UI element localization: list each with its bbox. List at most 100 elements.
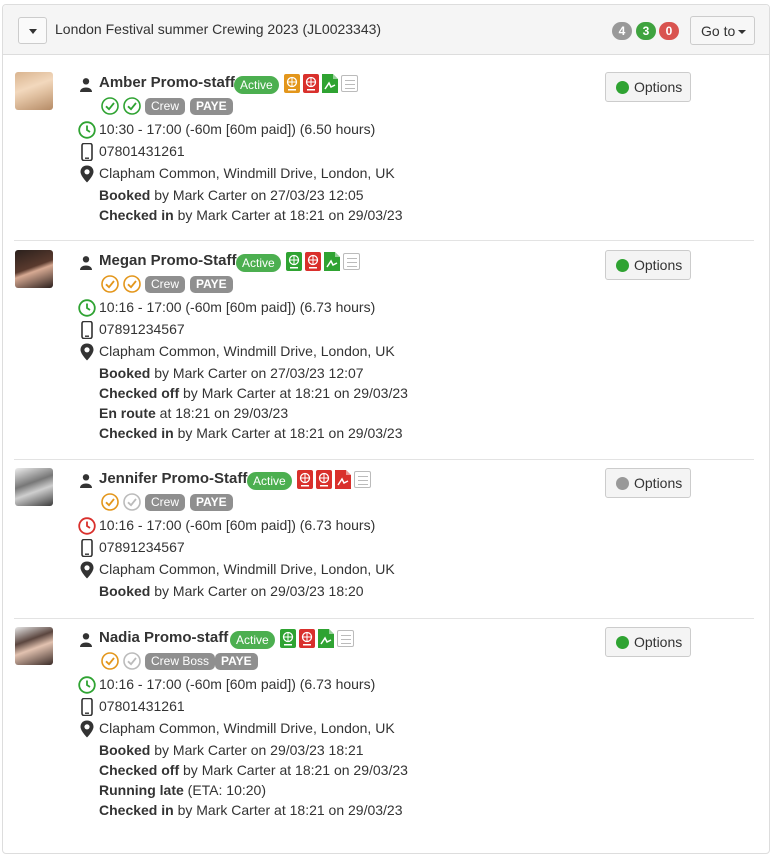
history-entry: Checked in by Mark Carter at 18:21 on 29…: [99, 425, 403, 441]
history-text: (ETA: 10:20): [183, 782, 266, 798]
passport-red-icon[interactable]: [299, 629, 315, 648]
goto-label: Go to: [701, 23, 736, 39]
mobile-phone-icon: [81, 321, 93, 339]
avatar[interactable]: [15, 627, 53, 665]
row-divider: [14, 459, 754, 460]
avatar[interactable]: [15, 250, 53, 288]
shift-time: 10:30 - 17:00 (-60m [60m paid]) (6.50 ho…: [99, 121, 376, 137]
history-label: Checked in: [99, 425, 174, 441]
clock-icon: [78, 121, 96, 139]
user-icon: [80, 256, 92, 270]
options-button[interactable]: Options: [605, 250, 691, 280]
history-text: by Mark Carter at 18:21 on 29/03/23: [179, 385, 408, 401]
notes-list-icon[interactable]: [354, 471, 371, 488]
mobile-phone-icon: [81, 539, 93, 557]
avatar[interactable]: [15, 72, 53, 110]
contract-tag: PAYE: [190, 276, 233, 293]
address: Clapham Common, Windmill Drive, London, …: [99, 165, 395, 181]
passport-red-icon[interactable]: [297, 470, 313, 489]
history-text: by Mark Carter at 18:21 on 29/03/23: [173, 802, 403, 818]
options-button[interactable]: Options: [605, 627, 691, 657]
map-pin-icon: [80, 720, 94, 738]
history-text: by Mark Carter at 18:21 on 29/03/23: [173, 425, 403, 441]
phone-number[interactable]: 07891234567: [99, 539, 185, 555]
history-text: by Mark Carter on 29/03/23 18:20: [150, 583, 364, 599]
pdf-green-icon[interactable]: [318, 629, 334, 648]
contract-tag: PAYE: [190, 98, 233, 115]
notes-list-icon[interactable]: [341, 75, 358, 92]
check-circle-icon: [101, 97, 119, 115]
notes-list-icon[interactable]: [337, 630, 354, 647]
staff-name[interactable]: Nadia Promo-staff: [99, 629, 228, 646]
role-tag: Crew: [145, 494, 186, 511]
history-label: Booked: [99, 583, 151, 599]
history-label: Booked: [99, 187, 151, 203]
passport-green-icon[interactable]: [280, 629, 296, 648]
history-entry: Checked in by Mark Carter at 18:21 on 29…: [99, 802, 403, 818]
phone-number[interactable]: 07801431261: [99, 698, 185, 714]
check-circle-icon: [123, 275, 141, 293]
check-circle-icon: [123, 652, 141, 670]
row-divider: [14, 240, 754, 241]
shift-time: 10:16 - 17:00 (-60m [60m paid]) (6.73 ho…: [99, 676, 376, 692]
count-badge-checked-in: 3: [636, 22, 656, 40]
options-label: Options: [634, 257, 683, 273]
check-circle-icon: [101, 275, 119, 293]
check-circle-icon: [123, 97, 141, 115]
avatar[interactable]: [15, 468, 53, 506]
passport-orange-icon[interactable]: [284, 74, 300, 93]
history-entry: Checked in by Mark Carter at 18:21 on 29…: [99, 207, 403, 223]
options-label: Options: [634, 634, 683, 650]
history-entry: Booked by Mark Carter on 29/03/23 18:21: [99, 742, 364, 758]
count-badge-issues: 0: [659, 22, 679, 40]
history-label: Running late: [99, 782, 184, 798]
history-label: En route: [99, 405, 156, 421]
pdf-green-icon[interactable]: [324, 252, 340, 271]
options-button[interactable]: Options: [605, 72, 691, 102]
staff-name[interactable]: Jennifer Promo-Staff: [99, 470, 247, 487]
history-entry: Booked by Mark Carter on 27/03/23 12:05: [99, 187, 364, 203]
check-circle-icon: [101, 493, 119, 511]
status-badge: Active: [234, 76, 279, 94]
history-entry: Checked off by Mark Carter at 18:21 on 2…: [99, 385, 408, 401]
mobile-phone-icon: [81, 143, 93, 161]
map-pin-icon: [80, 561, 94, 579]
passport-red-icon[interactable]: [303, 74, 319, 93]
notes-list-icon[interactable]: [343, 253, 360, 270]
options-button[interactable]: Options: [605, 468, 691, 498]
address: Clapham Common, Windmill Drive, London, …: [99, 720, 395, 736]
history-text: by Mark Carter at 18:21 on 29/03/23: [179, 762, 408, 778]
history-label: Checked off: [99, 762, 180, 778]
role-tag: Crew Boss: [145, 653, 216, 670]
user-icon: [80, 78, 92, 92]
contract-tag: PAYE: [190, 494, 233, 511]
history-label: Booked: [99, 742, 151, 758]
history-text: at 18:21 on 29/03/23: [155, 405, 289, 421]
staff-name[interactable]: Amber Promo-staff: [99, 74, 235, 91]
history-label: Checked off: [99, 385, 180, 401]
status-badge: Active: [236, 254, 281, 272]
passport-red-icon[interactable]: [305, 252, 321, 271]
address: Clapham Common, Windmill Drive, London, …: [99, 343, 395, 359]
user-icon: [80, 474, 92, 488]
pdf-red-icon[interactable]: [335, 470, 351, 489]
pdf-green-icon[interactable]: [322, 74, 338, 93]
staff-name[interactable]: Megan Promo-Staff: [99, 252, 237, 269]
phone-number[interactable]: 07891234567: [99, 321, 185, 337]
collapse-toggle-button[interactable]: [18, 17, 47, 44]
role-tag: Crew: [145, 276, 186, 293]
passport-red-icon[interactable]: [316, 470, 332, 489]
passport-green-icon[interactable]: [286, 252, 302, 271]
history-label: Checked in: [99, 207, 174, 223]
address: Clapham Common, Windmill Drive, London, …: [99, 561, 395, 577]
clock-icon: [78, 299, 96, 317]
history-entry: Booked by Mark Carter on 27/03/23 12:07: [99, 365, 364, 381]
goto-dropdown-button[interactable]: Go to: [690, 16, 755, 45]
check-circle-icon: [123, 493, 141, 511]
shift-time: 10:16 - 17:00 (-60m [60m paid]) (6.73 ho…: [99, 517, 376, 533]
check-circle-icon: [101, 652, 119, 670]
phone-number[interactable]: 07801431261: [99, 143, 185, 159]
history-text: by Mark Carter at 18:21 on 29/03/23: [173, 207, 403, 223]
row-divider: [14, 618, 754, 619]
clock-icon: [78, 676, 96, 694]
